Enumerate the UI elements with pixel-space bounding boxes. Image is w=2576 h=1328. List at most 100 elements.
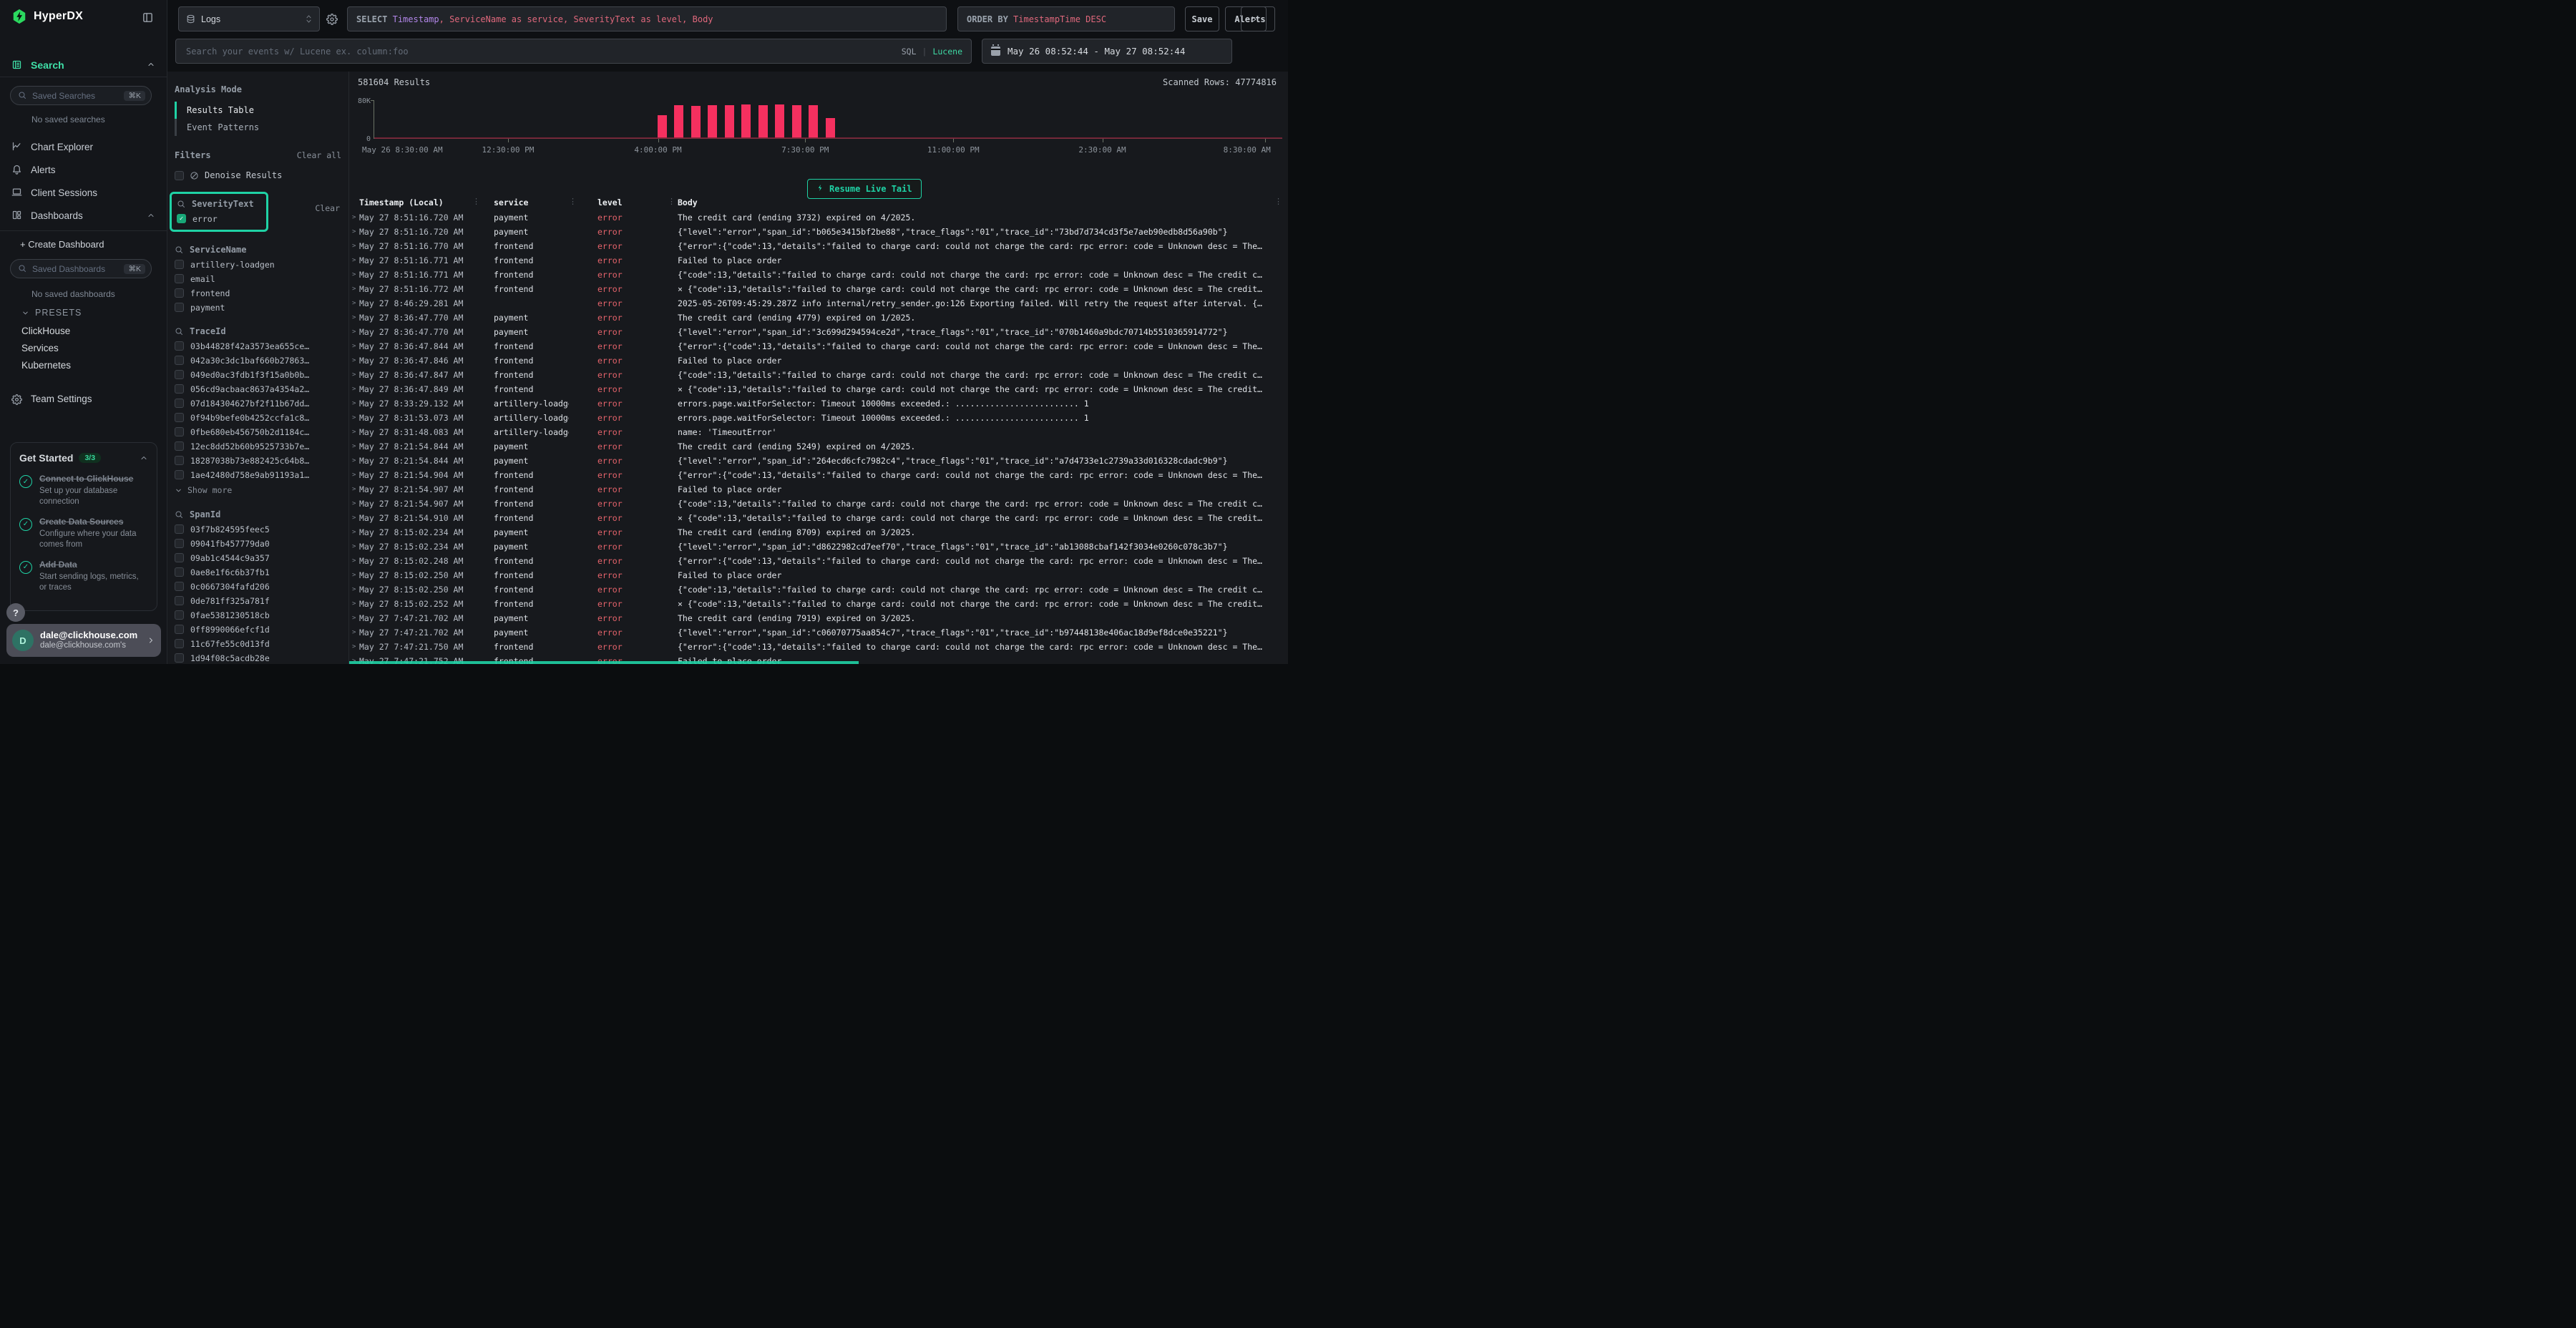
- filter-option[interactable]: 12ec8dd52b60b9525733b7e…: [175, 440, 341, 452]
- filter-option[interactable]: 0de781ff325a781f: [175, 595, 341, 607]
- row-expander-icon[interactable]: >: [349, 214, 359, 221]
- checkbox[interactable]: [175, 456, 184, 465]
- sidebar-item-client-sessions[interactable]: Client Sessions: [0, 183, 167, 202]
- row-expander-icon[interactable]: >: [349, 257, 359, 264]
- checkbox[interactable]: [175, 413, 184, 422]
- table-row[interactable]: >May 27 8:21:54.907 AMfrontenderrorFaile…: [349, 482, 1288, 497]
- row-expander-icon[interactable]: >: [349, 429, 359, 436]
- checkbox[interactable]: [175, 567, 184, 577]
- filter-option[interactable]: 049ed0ac3fdb1f3f15a0b0b…: [175, 368, 341, 381]
- filter-option[interactable]: 09ab1c4544c9a357: [175, 552, 341, 564]
- filter-option[interactable]: 11c67fe55c0d13fd: [175, 638, 341, 650]
- filter-option[interactable]: 0ae8e1f6c6b37fb1: [175, 566, 341, 578]
- table-row[interactable]: >May 27 8:15:02.234 AMpaymenterror{"leve…: [349, 540, 1288, 554]
- saved-dashboards-input[interactable]: Saved Dashboards ⌘K: [10, 259, 152, 278]
- histogram-plot[interactable]: [374, 100, 1282, 139]
- row-expander-icon[interactable]: >: [349, 357, 359, 364]
- row-expander-icon[interactable]: >: [349, 343, 359, 350]
- presets-toggle[interactable]: PRESETS: [21, 308, 82, 318]
- filter-option[interactable]: 1ae42480d758e9ab91193a1…: [175, 469, 341, 481]
- sidebar-item-alerts[interactable]: Alerts: [0, 160, 167, 179]
- get-started-step[interactable]: ✓ Create Data Sources Configure where yo…: [19, 515, 148, 550]
- table-row[interactable]: >May 27 8:36:47.847 AMfrontenderror{"cod…: [349, 368, 1288, 382]
- histogram-bar[interactable]: [792, 105, 801, 138]
- table-row[interactable]: >May 27 8:51:16.770 AMfrontenderror{"err…: [349, 239, 1288, 253]
- table-row[interactable]: >May 27 8:15:02.234 AMpaymenterrorThe cr…: [349, 525, 1288, 540]
- row-expander-icon[interactable]: >: [349, 285, 359, 293]
- help-button[interactable]: ?: [6, 603, 25, 622]
- row-expander-icon[interactable]: >: [349, 472, 359, 479]
- row-expander-icon[interactable]: >: [349, 371, 359, 379]
- row-expander-icon[interactable]: >: [349, 486, 359, 493]
- checkbox[interactable]: [175, 524, 184, 534]
- table-row[interactable]: >May 27 8:36:47.770 AMpaymenterror{"leve…: [349, 325, 1288, 339]
- row-expander-icon[interactable]: >: [349, 328, 359, 336]
- filter-option[interactable]: 0fae5381230518cb: [175, 609, 341, 621]
- checkbox[interactable]: [175, 610, 184, 620]
- save-button[interactable]: Save: [1185, 6, 1219, 31]
- denoise-results-row[interactable]: Denoise Results: [175, 170, 341, 180]
- checkbox[interactable]: [175, 625, 184, 634]
- row-expander-icon[interactable]: >: [349, 643, 359, 650]
- histogram-bar[interactable]: [691, 106, 701, 138]
- table-row[interactable]: >May 27 8:36:47.770 AMpaymenterrorThe cr…: [349, 311, 1288, 325]
- filter-group-title[interactable]: TraceId: [175, 325, 341, 338]
- source-select[interactable]: Logs: [178, 6, 320, 31]
- table-row[interactable]: >May 27 8:46:29.281 AMerror2025-05-26T09…: [349, 296, 1288, 311]
- filter-group-title[interactable]: ServiceName: [175, 243, 341, 256]
- row-expander-icon[interactable]: >: [349, 572, 359, 579]
- histogram-bar[interactable]: [658, 115, 667, 138]
- checkbox[interactable]: [175, 553, 184, 562]
- saved-searches-input[interactable]: Saved Searches ⌘K: [10, 86, 152, 105]
- row-expander-icon[interactable]: >: [349, 586, 359, 593]
- histogram-bar[interactable]: [775, 104, 784, 138]
- col-service[interactable]: service: [472, 197, 569, 208]
- sidebar-item-search[interactable]: Search: [0, 53, 167, 77]
- checkbox[interactable]: [175, 370, 184, 379]
- preset-services[interactable]: Services: [21, 343, 59, 353]
- get-started-step[interactable]: ✓ Connect to ClickHouse Set up your data…: [19, 472, 148, 507]
- preset-kubernetes[interactable]: Kubernetes: [21, 360, 71, 371]
- row-expander-icon[interactable]: >: [349, 457, 359, 464]
- table-row[interactable]: >May 27 8:51:16.720 AMpaymenterror{"leve…: [349, 225, 1288, 239]
- checkbox[interactable]: [175, 470, 184, 479]
- row-expander-icon[interactable]: >: [349, 514, 359, 522]
- table-row[interactable]: >May 27 8:36:47.844 AMfrontenderror{"err…: [349, 339, 1288, 353]
- checkbox[interactable]: [175, 596, 184, 605]
- event-search-bar[interactable]: SQL | Lucene: [175, 39, 972, 64]
- user-menu[interactable]: D dale@clickhouse.com dale@clickhouse.co…: [6, 624, 161, 657]
- row-expander-icon[interactable]: >: [349, 629, 359, 636]
- table-row[interactable]: >May 27 7:47:21.702 AMpaymenterror{"leve…: [349, 625, 1288, 640]
- search-input[interactable]: [185, 46, 902, 57]
- checkbox[interactable]: [175, 288, 184, 298]
- row-expander-icon[interactable]: >: [349, 443, 359, 450]
- clear-filter-link[interactable]: Clear: [315, 203, 340, 213]
- histogram-bar[interactable]: [809, 105, 818, 138]
- show-more-link[interactable]: Show more: [175, 484, 341, 497]
- create-dashboard-button[interactable]: + Create Dashboard: [20, 239, 104, 250]
- row-expander-icon[interactable]: >: [349, 228, 359, 235]
- sql-mode-toggle[interactable]: SQL: [902, 47, 917, 57]
- column-options-icon[interactable]: ⋮: [1274, 197, 1282, 206]
- table-row[interactable]: >May 27 8:15:02.248 AMfrontenderror{"err…: [349, 554, 1288, 568]
- sidebar-item-dashboards[interactable]: Dashboards: [0, 206, 167, 225]
- row-expander-icon[interactable]: >: [349, 414, 359, 421]
- filter-option[interactable]: 0fbe680eb456750b2d1184c…: [175, 426, 341, 438]
- sidebar-item-chart-explorer[interactable]: Chart Explorer: [0, 137, 167, 156]
- table-row[interactable]: >May 27 8:31:48.083 AMartillery-loadgene…: [349, 425, 1288, 439]
- chevron-up-icon[interactable]: [147, 209, 155, 222]
- select-clause-input[interactable]: SELECT Timestamp, ServiceName as service…: [347, 6, 947, 31]
- histogram-bar[interactable]: [741, 104, 751, 138]
- filter-option[interactable]: 0c0667304fafd206: [175, 580, 341, 592]
- table-row[interactable]: >May 27 8:21:54.907 AMfrontenderror{"cod…: [349, 497, 1288, 511]
- row-expander-icon[interactable]: >: [349, 600, 359, 607]
- filter-group-title[interactable]: SeverityText: [177, 197, 259, 210]
- chevron-up-icon[interactable]: [147, 59, 155, 72]
- filter-option[interactable]: 07d184304627bf2f11b67dd…: [175, 397, 341, 409]
- filter-option[interactable]: 18287038b73e882425c64b8…: [175, 454, 341, 467]
- sidebar-collapse-icon[interactable]: [142, 11, 154, 24]
- table-row[interactable]: >May 27 8:15:02.250 AMfrontenderror{"cod…: [349, 582, 1288, 597]
- filter-option[interactable]: 0f94b9befe0b4252ccfa1c8…: [175, 411, 341, 424]
- table-row[interactable]: >May 27 8:21:54.844 AMpaymenterror{"leve…: [349, 454, 1288, 468]
- histogram-bar[interactable]: [674, 105, 683, 138]
